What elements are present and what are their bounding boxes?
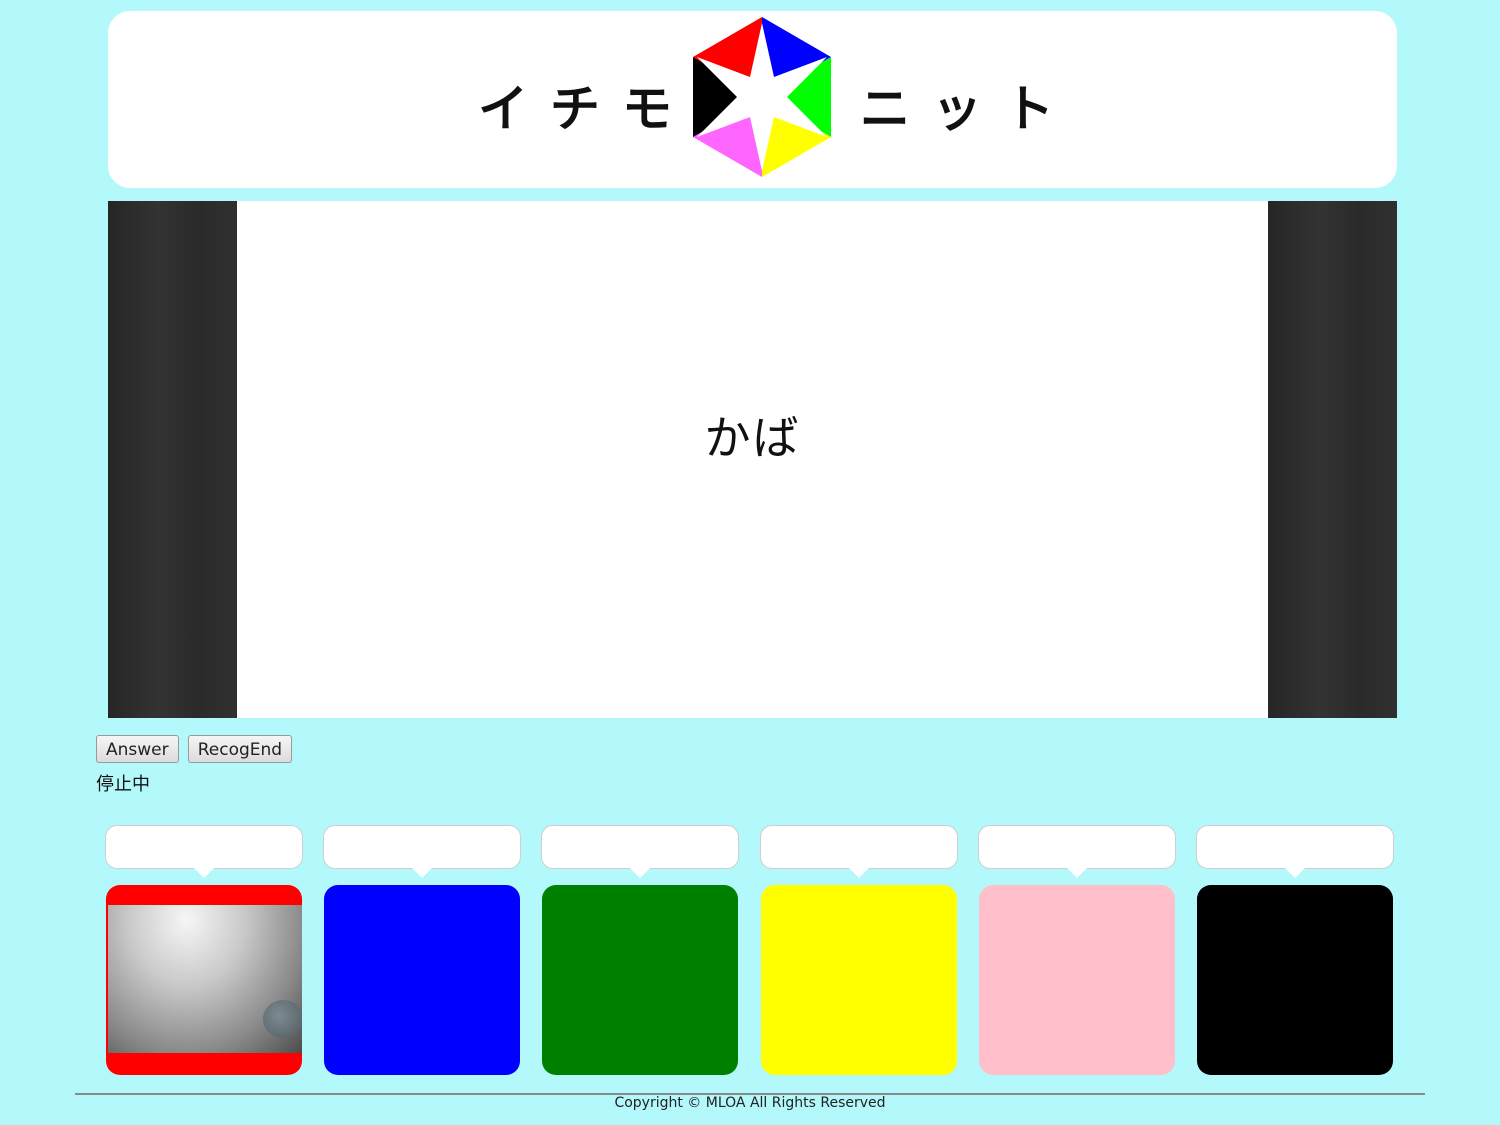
status-text: 停止中 <box>96 774 150 795</box>
title-right-text: ニット <box>860 80 1076 138</box>
question-board: かば <box>237 201 1268 718</box>
player-card-blue <box>324 885 520 1075</box>
player-slot-red <box>105 825 303 1075</box>
title-left-text: イチモ <box>478 80 694 138</box>
logo-hexagon <box>693 17 831 177</box>
header-panel: イチモ ニット <box>108 11 1397 188</box>
player-card-red <box>106 885 302 1075</box>
player-panels <box>105 825 1405 1085</box>
chalkboard-left <box>108 201 236 718</box>
question-text: かば <box>704 410 801 465</box>
player-slot-green <box>541 825 739 1075</box>
camera-feed <box>108 905 302 1053</box>
player-slot-pink <box>978 825 1176 1075</box>
star-hexagon-logo-icon <box>693 17 831 177</box>
game-stage: かば <box>108 201 1397 718</box>
player-card-yellow <box>761 885 957 1075</box>
speech-bubble <box>760 825 958 878</box>
speech-bubble <box>541 825 739 878</box>
copyright-text: Copyright © MLOA All Rights Reserved <box>614 1095 886 1111</box>
camera-object <box>263 1000 302 1038</box>
chalkboard-right <box>1269 201 1397 718</box>
player-slot-black <box>1196 825 1394 1075</box>
player-card-black <box>1197 885 1393 1075</box>
speech-bubble <box>323 825 521 878</box>
answer-button[interactable]: Answer <box>96 735 179 763</box>
player-slot-blue <box>323 825 521 1075</box>
speech-bubble <box>105 825 303 878</box>
speech-bubble <box>978 825 1176 878</box>
player-card-pink <box>979 885 1175 1075</box>
recog-end-button[interactable]: RecogEnd <box>187 735 293 763</box>
player-slot-yellow <box>760 825 958 1075</box>
speech-bubble <box>1196 825 1394 878</box>
control-buttons: Answer RecogEnd <box>96 735 296 763</box>
player-card-green <box>542 885 738 1075</box>
